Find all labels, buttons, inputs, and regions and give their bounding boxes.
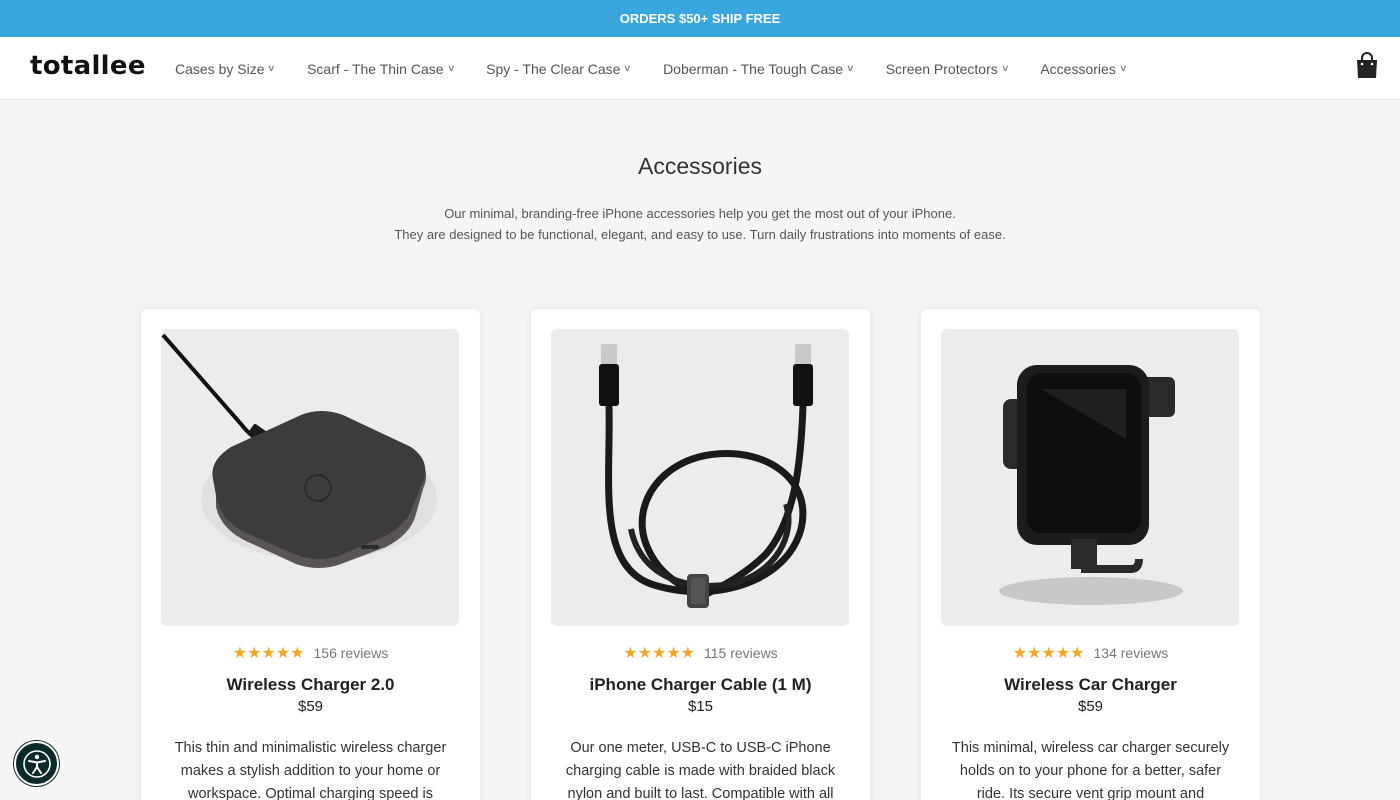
product-image[interactable] (941, 329, 1239, 626)
intro-line: They are designed to be functional, eleg… (394, 227, 1006, 242)
nav-item-cases-by-size[interactable]: Cases by Size ∨ (175, 60, 277, 77)
charger-cable-image (551, 329, 849, 626)
product-price: $15 (687, 698, 714, 715)
accessibility-icon (22, 749, 51, 778)
main-nav: Cases by Size ∨ Scarf - The Thin Case ∨ Sp… (175, 37, 1158, 100)
chevron-down-icon: ∨ (1118, 63, 1128, 73)
cart-button[interactable] (1355, 52, 1379, 80)
product-title[interactable]: iPhone Charger Cable (1 M) (531, 675, 870, 695)
logo[interactable]: totallee (30, 51, 146, 81)
car-charger-image (941, 329, 1239, 626)
accessibility-button[interactable] (14, 741, 59, 786)
reviews-count: 115 reviews (704, 645, 778, 661)
page-intro: Our minimal, branding-free iPhone access… (0, 203, 1400, 245)
product-rating[interactable]: ★★★★★ 156 reviews (141, 643, 480, 663)
product-price: $59 (1077, 698, 1104, 715)
chevron-down-icon: ∨ (1000, 63, 1010, 73)
star-rating-icon: ★★★★★ (1012, 645, 1085, 662)
chevron-down-icon: ∨ (267, 63, 277, 73)
reviews-count: 134 reviews (1093, 645, 1169, 661)
page-title: Accessories (638, 153, 762, 179)
product-image[interactable] (161, 329, 459, 626)
nav-item-label: Scarf - The Thin Case (307, 60, 444, 77)
star-rating-icon: ★★★★★ (232, 645, 305, 662)
nav-item-accessories[interactable]: Accessories ∨ (1040, 60, 1128, 77)
product-rating[interactable]: ★★★★★ 115 reviews (531, 643, 870, 663)
site-header: totallee Cases by Size ∨ Scarf - The Thin… (0, 37, 1400, 100)
chevron-down-icon: ∨ (846, 63, 855, 73)
product-price: $59 (297, 698, 324, 715)
wireless-charger-image (161, 329, 459, 626)
announcement-text: ORDERS $50+ SHIP FREE (619, 11, 781, 26)
announcement-bar: ORDERS $50+ SHIP FREE (0, 0, 1400, 37)
nav-item-label: Screen Protectors (885, 60, 998, 77)
product-description: This minimal, wireless car charger secur… (951, 740, 1230, 800)
nav-item-label: Doberman - The Tough Case (663, 60, 844, 77)
shopping-bag-icon (1357, 52, 1377, 78)
nav-item-label: Cases by Size (175, 60, 265, 77)
nav-item-label: Accessories (1040, 60, 1116, 77)
product-rating[interactable]: ★★★★★ 134 reviews (921, 643, 1260, 663)
product-card-car-charger[interactable]: ★★★★★ 134 reviews Wireless Car Charger $… (921, 309, 1260, 800)
product-image[interactable] (551, 329, 849, 626)
reviews-count: 156 reviews (313, 645, 389, 661)
chevron-down-icon: ∨ (623, 63, 633, 73)
nav-item-doberman[interactable]: Doberman - The Tough Case ∨ (663, 60, 855, 77)
star-rating-icon: ★★★★★ (623, 645, 696, 662)
chevron-down-icon: ∨ (446, 63, 456, 73)
intro-line: Our minimal, branding-free iPhone access… (444, 206, 956, 221)
product-card-charger-cable[interactable]: ★★★★★ 115 reviews iPhone Charger Cable (… (531, 309, 870, 800)
nav-item-label: Spy - The Clear Case (486, 60, 621, 77)
product-description: Our one meter, USB-C to USB-C iPhone cha… (565, 740, 836, 800)
product-description: This thin and minimalistic wireless char… (174, 740, 447, 800)
product-title[interactable]: Wireless Charger 2.0 (141, 675, 480, 695)
nav-item-screen-protectors[interactable]: Screen Protectors ∨ (885, 60, 1010, 77)
nav-item-scarf[interactable]: Scarf - The Thin Case ∨ (307, 60, 456, 77)
nav-item-spy[interactable]: Spy - The Clear Case ∨ (486, 60, 633, 77)
product-card-wireless-charger[interactable]: ★★★★★ 156 reviews Wireless Charger 2.0 $… (141, 309, 480, 800)
product-title[interactable]: Wireless Car Charger (921, 675, 1260, 695)
